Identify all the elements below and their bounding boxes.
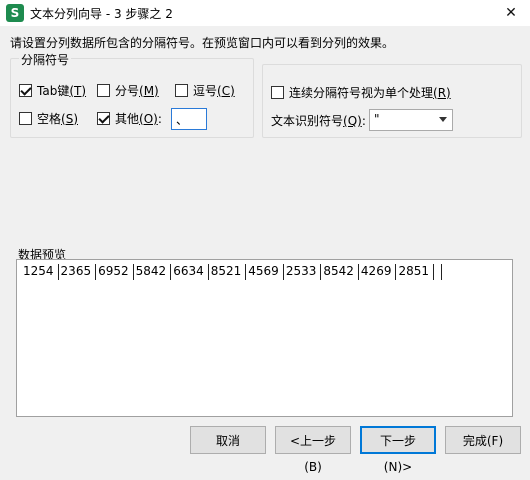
qualifier-label-row: 文本识别符号(Q): [271,112,366,129]
cancel-button[interactable]: 取消 [190,426,266,454]
preview-cell: 2851 [396,264,435,280]
comma-label: 逗号 [193,84,218,98]
back-button[interactable]: <上一步(B) [275,426,351,474]
preview-cell: 8521 [209,264,247,280]
semicolon-check-icon[interactable] [97,84,110,97]
preview-cell: 5842 [134,264,172,280]
consecutive-checkbox[interactable]: 连续分隔符号视为单个处理 (R) [271,84,451,101]
next-button[interactable]: 下一步(N)> [360,426,436,474]
semicolon-label: 分号 [115,84,140,98]
comma-shortcut: (C) [217,83,235,98]
delimiter-group: 分隔符号 Tab键 (T) 分号 (M) 逗号 (C) 空格 (S) 其他 (O): 、 [10,51,254,138]
preview-cell: 2533 [284,264,322,280]
other-checkbox[interactable]: 其他 (O): [97,110,162,127]
semicolon-checkbox[interactable]: 分号 (M) [97,82,159,99]
qualifier-select[interactable]: " [369,109,453,131]
other-colon: : [157,111,162,126]
close-button[interactable]: ✕ [492,0,530,26]
preview-cell: 6634 [171,264,209,280]
window-title: 文本分列向导 - 3 步骤之 2 [30,7,173,21]
other-delimiter-input[interactable]: 、 [171,108,207,130]
options-group: 连续分隔符号视为单个处理 (R) 文本识别符号(Q): " [262,64,522,138]
qualifier-value: " [374,112,380,126]
comma-check-icon[interactable] [175,84,188,97]
tab-checkbox[interactable]: Tab键 (T) [19,82,86,99]
qualifier-colon: : [361,114,366,128]
preview-row: 1254 2365 6952 5842 6634 8521 4569 2533 … [21,264,443,280]
other-label: 其他 [115,112,140,126]
comma-checkbox[interactable]: 逗号 (C) [175,82,235,99]
preview-cell: 6952 [96,264,134,280]
preview-cell: 8542 [321,264,359,280]
preview-cell: 4269 [359,264,397,280]
other-check-icon[interactable] [97,112,110,125]
space-check-icon[interactable] [19,112,32,125]
semicolon-shortcut: (M) [139,83,159,98]
other-shortcut: (O) [139,111,158,126]
title-bar: S 文本分列向导 - 3 步骤之 2 ✕ [0,0,530,26]
consecutive-label: 连续分隔符号视为单个处理 [289,86,434,100]
finish-button[interactable]: 完成(F) [445,426,521,454]
tab-check-icon[interactable] [19,84,32,97]
space-shortcut: (S) [61,111,78,126]
chevron-down-icon[interactable] [439,117,447,122]
space-label: 空格 [37,112,62,126]
consecutive-shortcut: (R) [433,85,451,100]
qualifier-label: 文本识别符号 [271,114,344,128]
tab-label: Tab键 [37,84,70,98]
preview-cell: 4569 [246,264,284,280]
app-logo-icon: S [6,4,24,22]
preview-cell [434,264,443,280]
data-preview[interactable]: 1254 2365 6952 5842 6634 8521 4569 2533 … [16,259,513,417]
delimiter-legend: 分隔符号 [19,51,72,68]
instruction-text: 请设置分列数据所包含的分隔符号。在预览窗口内可以看到分列的效果。 [10,36,395,50]
preview-cell: 2365 [59,264,97,280]
consecutive-check-icon[interactable] [271,86,284,99]
tab-shortcut: (T) [69,83,87,98]
space-checkbox[interactable]: 空格 (S) [19,110,78,127]
preview-cell: 1254 [21,264,59,280]
qualifier-shortcut: (Q) [343,114,362,128]
